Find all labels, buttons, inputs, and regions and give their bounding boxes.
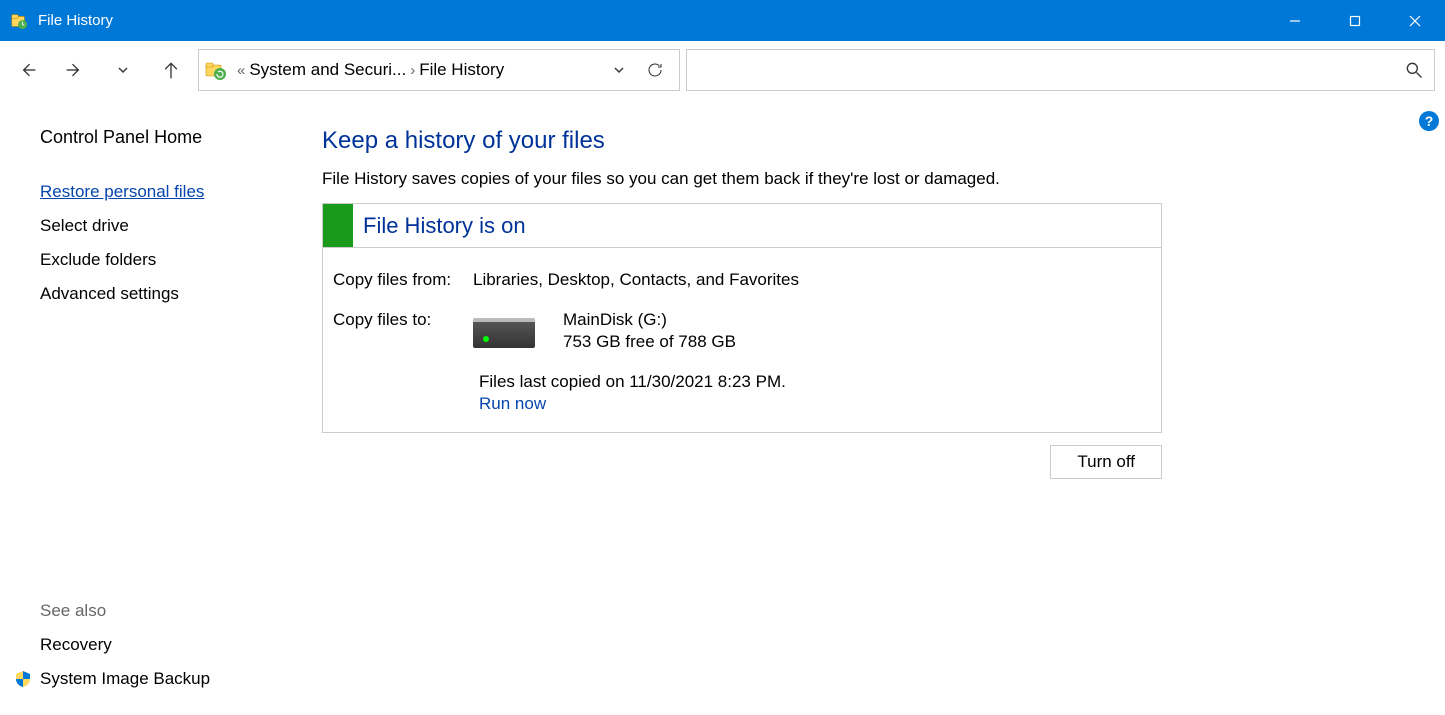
folder-sync-icon xyxy=(205,59,227,81)
copy-from-value: Libraries, Desktop, Contacts, and Favori… xyxy=(473,270,1151,290)
up-button[interactable] xyxy=(150,49,192,91)
title-bar: File History xyxy=(0,0,1445,41)
address-dropdown-button[interactable] xyxy=(601,52,637,88)
copy-to-label: Copy files to: xyxy=(333,310,473,330)
toolbar: « System and Securi... › File History xyxy=(0,41,1445,99)
last-copied-text: Files last copied on 11/30/2021 8:23 PM. xyxy=(333,372,1151,392)
drive-space: 753 GB free of 788 GB xyxy=(563,332,736,352)
breadcrumb-separator: « xyxy=(233,62,249,79)
breadcrumb-segment-1[interactable]: System and Securi... xyxy=(249,60,406,80)
recent-locations-button[interactable] xyxy=(102,49,144,91)
status-on-indicator xyxy=(323,204,353,247)
minimize-button[interactable] xyxy=(1265,0,1325,41)
control-panel-home-link[interactable]: Control Panel Home xyxy=(40,127,300,148)
sidebar-link-recovery[interactable]: Recovery xyxy=(40,635,300,655)
see-also-label: See also xyxy=(40,601,300,621)
shield-icon xyxy=(14,670,32,688)
drive-name: MainDisk (G:) xyxy=(563,310,736,330)
forward-button[interactable] xyxy=(54,49,96,91)
main-panel: Keep a history of your files File Histor… xyxy=(300,99,1445,715)
status-title: File History is on xyxy=(363,213,526,239)
page-heading: Keep a history of your files xyxy=(322,127,1425,155)
sidebar-link-system-image-backup-label: System Image Backup xyxy=(40,669,210,689)
hard-drive-icon xyxy=(473,318,535,348)
window-title: File History xyxy=(38,12,113,29)
sidebar-link-select-drive[interactable]: Select drive xyxy=(40,216,300,236)
close-button[interactable] xyxy=(1385,0,1445,41)
breadcrumb-segment-2[interactable]: File History xyxy=(419,60,504,80)
address-bar[interactable]: « System and Securi... › File History xyxy=(198,49,680,91)
copy-from-label: Copy files from: xyxy=(333,270,473,290)
maximize-button[interactable] xyxy=(1325,0,1385,41)
sidebar-link-advanced-settings[interactable]: Advanced settings xyxy=(40,284,300,304)
sidebar-link-recovery-label: Recovery xyxy=(40,635,112,655)
content-area: ? Control Panel Home Restore personal fi… xyxy=(0,99,1445,715)
search-box[interactable] xyxy=(686,49,1435,91)
back-button[interactable] xyxy=(6,49,48,91)
file-history-icon xyxy=(10,12,28,30)
turn-off-button[interactable]: Turn off xyxy=(1050,445,1162,479)
refresh-button[interactable] xyxy=(637,52,673,88)
sidebar-link-system-image-backup[interactable]: System Image Backup xyxy=(40,669,300,689)
status-panel: File History is on Copy files from: Libr… xyxy=(322,203,1162,433)
page-subtitle: File History saves copies of your files … xyxy=(322,169,1425,189)
sidebar-link-restore-personal-files[interactable]: Restore personal files xyxy=(40,182,300,202)
run-now-link[interactable]: Run now xyxy=(333,394,1151,414)
status-header: File History is on xyxy=(323,204,1161,248)
chevron-right-icon: › xyxy=(406,62,419,79)
sidebar-link-exclude-folders[interactable]: Exclude folders xyxy=(40,250,300,270)
sidebar: Control Panel Home Restore personal file… xyxy=(0,99,300,715)
search-icon[interactable] xyxy=(1404,60,1424,80)
